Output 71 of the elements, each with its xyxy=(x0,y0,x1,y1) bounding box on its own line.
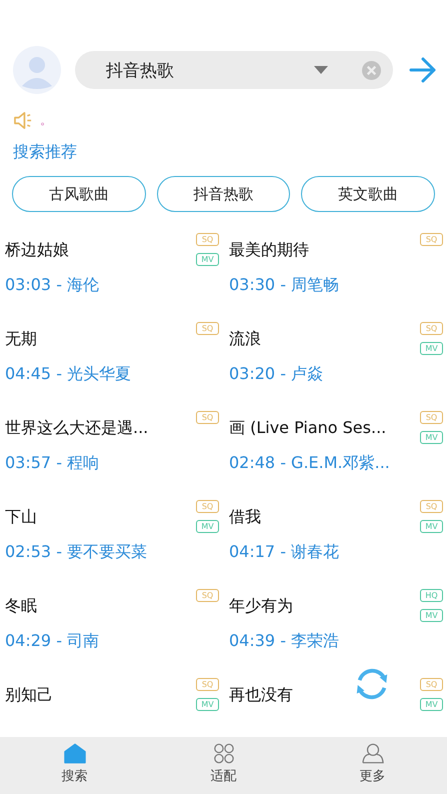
quality-tag: HQ xyxy=(420,589,443,602)
section-title: 搜索推荐 xyxy=(12,141,78,163)
tag-chip[interactable]: 抖音热歌 xyxy=(156,176,290,212)
song-meta: 04:45 - 光头华夏 xyxy=(5,364,132,385)
quality-tag: MV xyxy=(196,698,219,711)
song-meta: 04:17 - 谢春花 xyxy=(229,542,340,563)
quality-tag: SQ xyxy=(420,500,443,513)
song-item[interactable]: 冬眠 04:29 - 司南 SQ xyxy=(5,584,219,673)
tag-chip[interactable]: 英文歌曲 xyxy=(301,176,436,212)
song-item[interactable]: 流浪 03:20 - 卢焱 SQ MV xyxy=(229,317,443,406)
search-field[interactable]: 抖音热歌 xyxy=(75,51,393,89)
notice-text: 。 xyxy=(40,112,52,128)
song-title: 无期 xyxy=(5,329,38,350)
song-item[interactable]: 世界这么大还是遇... 03:57 - 程响 SQ xyxy=(5,406,219,495)
song-item[interactable]: 年少有为 04:39 - 李荣浩 HQ MV xyxy=(229,584,443,673)
home-icon xyxy=(64,743,86,764)
quality-tag: SQ xyxy=(196,322,219,335)
quality-tag: MV xyxy=(196,253,219,266)
clear-icon[interactable] xyxy=(362,60,381,80)
song-item[interactable]: 桥边姑娘 03:03 - 海伦 SQ MV xyxy=(5,228,219,317)
song-meta: 03:57 - 程响 xyxy=(5,453,100,474)
quality-tag: SQ xyxy=(420,322,443,335)
song-meta: 02:53 - 要不要买菜 xyxy=(5,542,148,563)
person-icon xyxy=(362,743,384,764)
nav-tab[interactable]: 搜索 xyxy=(0,737,149,794)
quality-tag: SQ xyxy=(420,411,443,424)
song-title: 下山 xyxy=(5,507,38,528)
quality-tag: SQ xyxy=(196,678,219,691)
quality-tag: MV xyxy=(420,698,443,711)
song-meta: 04:39 - 李荣浩 xyxy=(229,631,340,652)
dropdown-icon[interactable] xyxy=(314,66,328,74)
nav-tab[interactable]: 更多 xyxy=(298,737,447,794)
song-title: 世界这么大还是遇... xyxy=(5,418,150,439)
song-meta: 03:30 - 周笔畅 xyxy=(229,275,340,296)
song-title: 借我 xyxy=(229,507,262,528)
song-meta: 03:03 - 海伦 xyxy=(5,275,100,296)
nav-tab[interactable]: 适配 xyxy=(149,737,298,794)
song-title: 最美的期待 xyxy=(229,240,310,261)
quality-tag: SQ xyxy=(196,233,219,246)
quality-tag: MV xyxy=(420,520,443,533)
quality-tag: MV xyxy=(420,342,443,355)
quality-tag: MV xyxy=(196,520,219,533)
song-title: 画 (Live Piano Ses... xyxy=(229,418,388,439)
song-title: 桥边姑娘 xyxy=(5,240,70,261)
quality-tag: MV xyxy=(420,609,443,622)
song-item[interactable]: 最美的期待 03:30 - 周笔畅 SQ xyxy=(229,228,443,317)
quality-tag: SQ xyxy=(420,233,443,246)
tag-chip[interactable]: 古风歌曲 xyxy=(12,176,146,212)
avatar-icon[interactable] xyxy=(13,46,61,94)
quality-tag: SQ xyxy=(196,500,219,513)
song-item[interactable]: 借我 04:17 - 谢春花 SQ MV xyxy=(229,495,443,584)
song-title: 别知己 xyxy=(5,685,54,706)
song-title: 冬眠 xyxy=(5,596,38,617)
song-meta: 02:48 - G.E.M.邓紫... xyxy=(229,453,391,474)
quality-tag: SQ xyxy=(196,589,219,602)
song-meta: 03:20 - 卢焱 xyxy=(229,364,324,385)
speaker-icon xyxy=(13,110,34,130)
song-item[interactable]: 无期 04:45 - 光头华夏 SQ xyxy=(5,317,219,406)
song-item[interactable]: 下山 02:53 - 要不要买菜 SQ MV xyxy=(5,495,219,584)
arrow-right-icon[interactable] xyxy=(409,57,437,83)
song-meta: 04:29 - 司南 xyxy=(5,631,100,652)
song-item[interactable]: 别知己 SQ MV xyxy=(5,673,219,737)
song-item[interactable]: 画 (Live Piano Ses... 02:48 - G.E.M.邓紫... SQ MV xyxy=(229,406,443,495)
song-title: 再也没有 xyxy=(229,685,294,706)
song-title: 流浪 xyxy=(229,329,262,350)
quality-tag: SQ xyxy=(420,678,443,691)
grid-icon xyxy=(212,743,234,764)
quality-tag: SQ xyxy=(196,411,219,424)
quality-tag: MV xyxy=(420,431,443,444)
song-item[interactable]: 再也没有 SQ MV xyxy=(229,673,443,737)
song-title: 年少有为 xyxy=(229,596,294,617)
